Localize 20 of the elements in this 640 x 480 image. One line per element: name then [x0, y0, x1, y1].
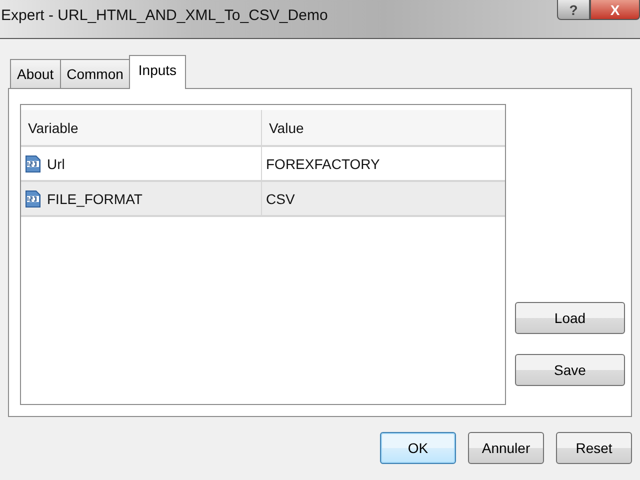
- variable-value: FOREXFACTORY: [266, 156, 380, 172]
- help-button[interactable]: ?: [557, 0, 590, 20]
- dialog-button[interactable]: Reset: [556, 432, 632, 464]
- tab[interactable]: About: [10, 59, 61, 88]
- number-icon: [25, 154, 41, 172]
- load-button[interactable]: Load: [515, 302, 625, 334]
- variable-name: Url: [47, 156, 65, 172]
- close-button[interactable]: X: [590, 0, 640, 20]
- window-title: Expert - URL_HTML_AND_XML_To_CSV_Demo: [0, 7, 328, 24]
- column-header[interactable]: Value: [262, 110, 505, 145]
- dialog-button[interactable]: OK: [380, 432, 456, 464]
- tab[interactable]: Inputs: [129, 55, 186, 89]
- dialog-button[interactable]: Annuler: [468, 432, 544, 464]
- number-icon: [25, 190, 41, 208]
- table-row[interactable]: FILE_FORMAT CSV: [21, 182, 505, 217]
- save-button[interactable]: Save: [515, 354, 625, 386]
- column-header[interactable]: Variable: [21, 110, 262, 145]
- variable-value: CSV: [266, 190, 295, 206]
- tab[interactable]: Common: [60, 59, 130, 88]
- variable-name: FILE_FORMAT: [47, 190, 142, 206]
